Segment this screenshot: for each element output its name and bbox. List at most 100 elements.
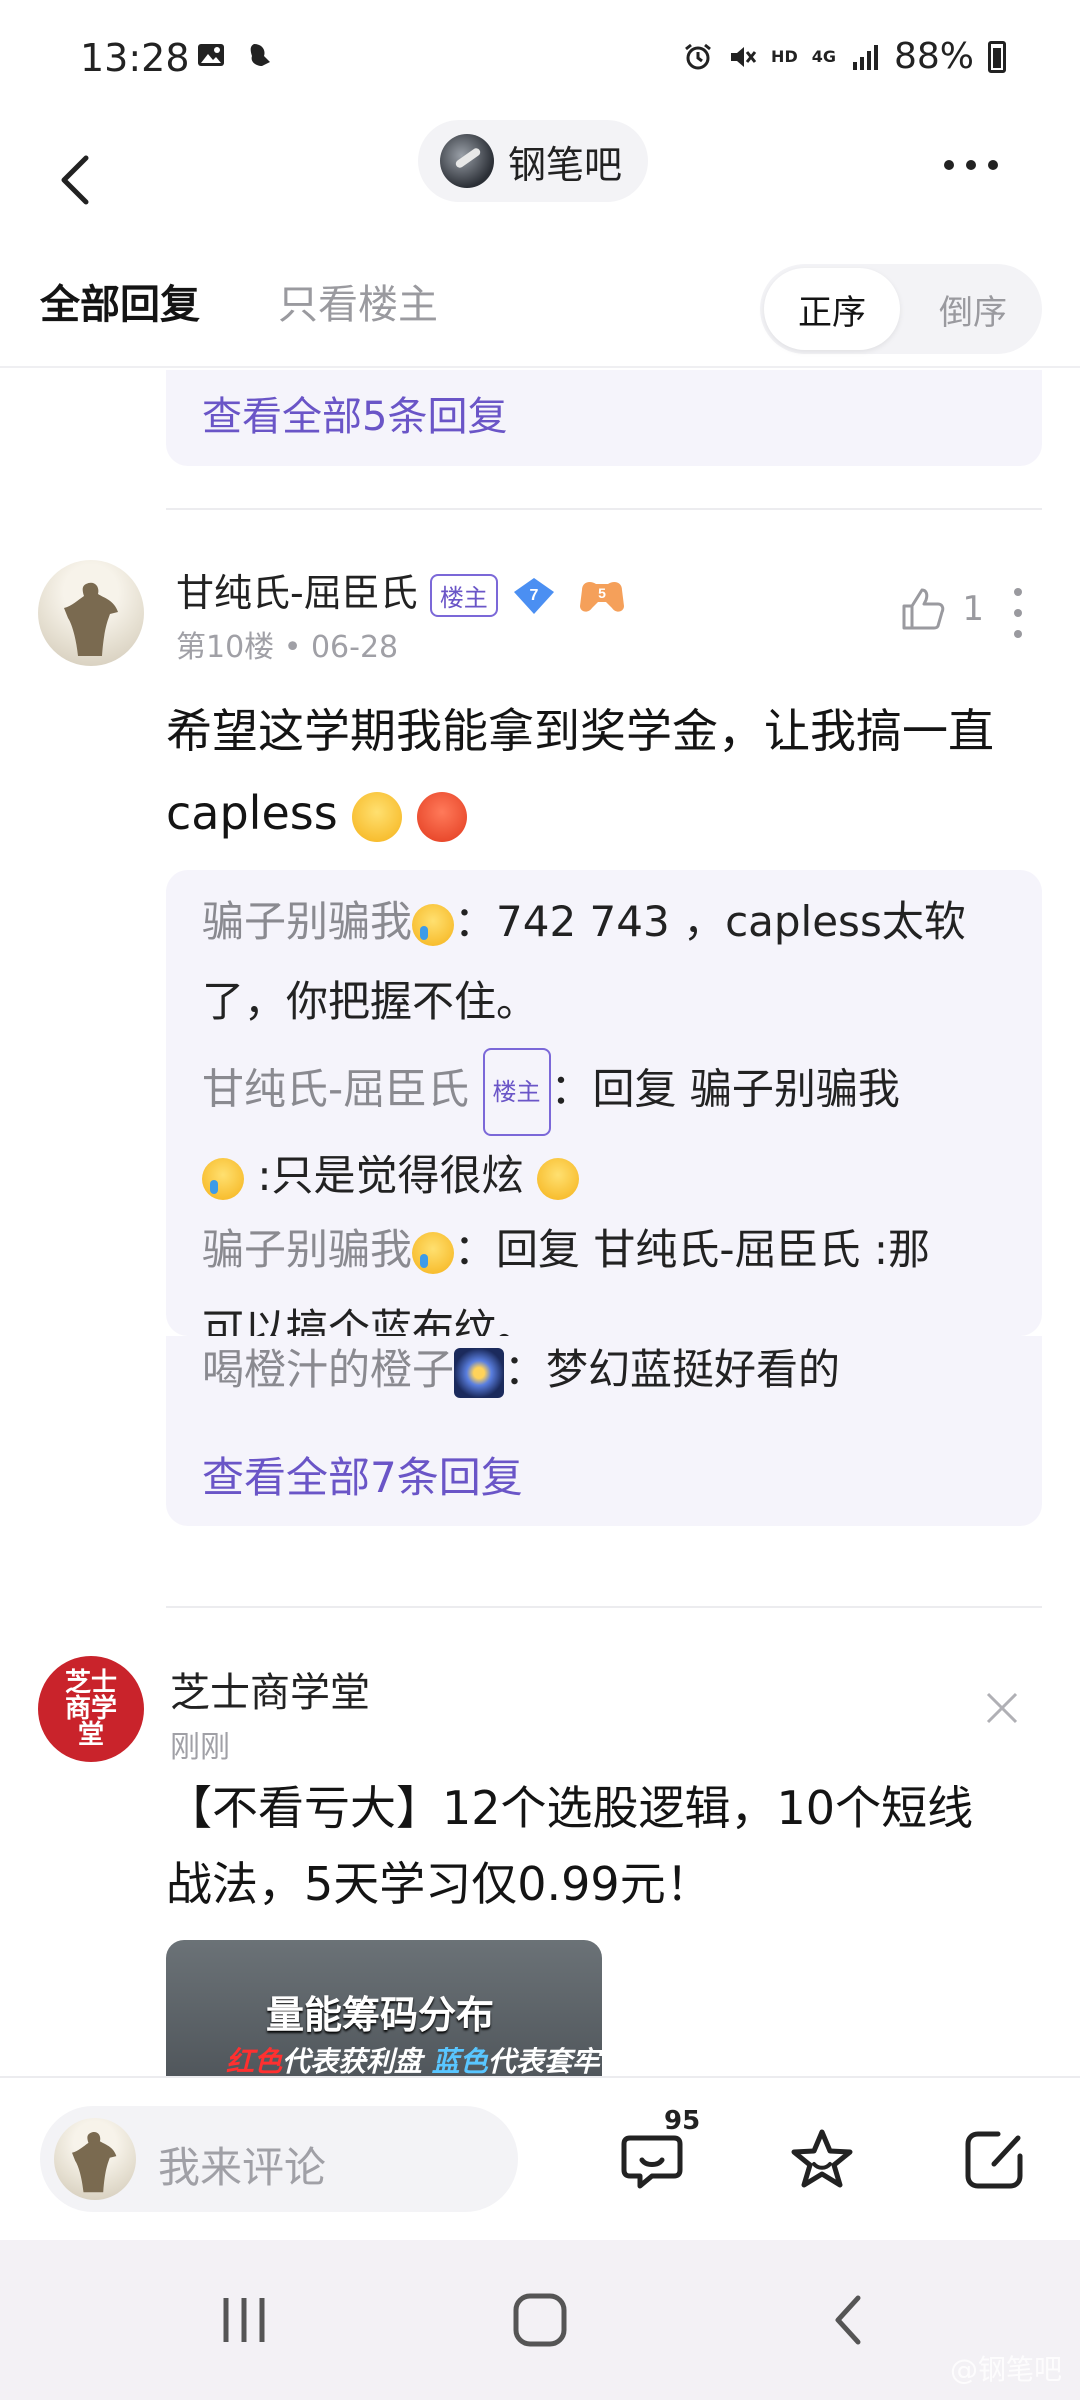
close-icon[interactable] — [984, 1690, 1020, 1726]
author-line: 甘纯氏-屈臣氏 楼主 7 5 — [176, 562, 628, 617]
post-text-line1: 希望这学期我能拿到奖学金，让我搞一直 — [166, 704, 994, 758]
forum-avatar — [440, 134, 494, 188]
status-time: 13:28 — [80, 36, 190, 80]
ad-text[interactable]: 【不看亏大】12个选股逻辑，10个短线 战法，5天学习仅0.99元！ — [166, 1770, 1046, 1922]
svg-text:5: 5 — [598, 585, 606, 601]
thumbs-up-icon — [902, 588, 945, 630]
post-text: 希望这学期我能拿到奖学金，让我搞一直 capless — [166, 690, 1046, 854]
avatar — [54, 2118, 136, 2200]
hd-indicator: HD — [771, 47, 798, 66]
sub-reply-4[interactable]: 喝橙汁的橙子 ：梦幻蓝挺好看的 — [202, 1330, 1012, 1410]
watermark: @钢笔吧 — [949, 2353, 1062, 2386]
crying-emoji-icon — [412, 1231, 455, 1274]
sub-reply-user[interactable]: 骗子别骗我 — [202, 1225, 412, 1274]
top-nav-bar: 钢笔吧 — [0, 120, 1080, 240]
ad-image-red-label: 红色 — [226, 2045, 283, 2076]
sort-ascending-button[interactable]: 正序 — [764, 268, 900, 350]
sub-reply-box-cont: 喝橙汁的橙子 ：梦幻蓝挺好看的 查看全部7条回复 — [166, 1336, 1042, 1526]
sub-reply-text-cont: :只是觉得很炫 — [244, 1151, 524, 1200]
recent-apps-icon[interactable] — [214, 2290, 274, 2350]
ad-text-line2: 战法，5天学习仅0.99元！ — [166, 1857, 712, 1911]
svg-text:7: 7 — [529, 587, 538, 604]
sub-reply-2[interactable]: 甘纯氏-屈臣氏 楼主 ：回复 骗子别骗我 :只是觉得很炫 — [202, 1048, 1012, 1216]
author-name[interactable]: 甘纯氏-屈臣氏 — [176, 571, 418, 615]
view-all-replies-link[interactable]: 查看全部7条回复 — [202, 1444, 523, 1505]
crying-emoji-icon — [202, 1157, 244, 1200]
meta-dot: • — [283, 630, 311, 665]
avatar[interactable] — [38, 560, 144, 666]
ad-image-title: 量能筹码分布 — [266, 1993, 495, 2037]
like-button[interactable]: 1 — [898, 584, 984, 634]
status-left-icons — [196, 40, 274, 70]
tab-op-only[interactable]: 只看楼主 — [278, 272, 438, 330]
tab-all-replies[interactable]: 全部回复 — [40, 272, 200, 330]
comment-placeholder: 我来评论 — [158, 2143, 327, 2192]
sub-reply-text: 742 743 ，capless太软 — [496, 897, 966, 946]
ad-text-line1: 【不看亏大】12个选股逻辑，10个短线 — [166, 1781, 974, 1835]
game-badge-icon: 5 — [580, 581, 624, 612]
mute-icon — [731, 46, 757, 67]
reply-list: 查看全部5条回复 甘纯氏-屈臣氏 楼主 7 5 第10楼 • 06-28 1 希… — [0, 370, 1080, 2076]
comment-input[interactable]: 我来评论 — [40, 2106, 518, 2212]
post-text-line2: capless — [166, 786, 338, 840]
post-date: 06-28 — [310, 630, 399, 665]
ad-time: 刚刚 — [170, 1730, 230, 1765]
forum-title-pill[interactable]: 钢笔吧 — [418, 120, 649, 202]
sub-reply-sep: ： — [504, 1345, 547, 1394]
sort-descending-button[interactable]: 倒序 — [908, 268, 1038, 350]
like-count: 1 — [962, 589, 984, 629]
signal-icon — [852, 44, 878, 70]
sub-reply-sep: ： — [454, 1225, 497, 1274]
favorite-star-icon[interactable] — [786, 2124, 858, 2196]
advertiser-name[interactable]: 芝士商学堂 — [170, 1660, 370, 1718]
sub-reply-1[interactable]: 骗子别骗我 ：742 743 ，capless太软 了，你把握不住。 — [202, 882, 1012, 1042]
sub-reply-text-cont: 了，你把握不住。 — [202, 977, 539, 1026]
sub-reply-text: 回复 骗子别骗我 — [592, 1064, 900, 1114]
post-text-line2-wrap: capless — [166, 772, 1046, 854]
post-more-icon[interactable] — [1012, 588, 1024, 638]
system-navigation-bar: @钢笔吧 — [0, 2240, 1080, 2400]
system-back-icon[interactable] — [820, 2290, 880, 2350]
smile-emoji-icon — [352, 791, 403, 842]
crying-emoji-icon — [412, 903, 455, 946]
fireworks-emoji-icon — [454, 1347, 505, 1398]
statue-avatar-image — [64, 582, 118, 656]
sub-reply-text: 回复 甘纯氏-屈臣氏 :那 — [496, 1225, 931, 1274]
network-indicator: 4G — [811, 47, 836, 66]
sub-reply-user[interactable]: 骗子别骗我 — [202, 897, 412, 946]
back-arrow-icon[interactable] — [48, 140, 108, 220]
previous-sub-reply-box: 查看全部5条回复 — [166, 370, 1042, 466]
op-badge: 楼主 — [482, 1048, 551, 1136]
ad-image-blue-label: 蓝色 — [431, 2045, 488, 2076]
app-notification-icon — [250, 44, 270, 66]
share-icon[interactable] — [958, 2124, 1030, 2196]
divider — [166, 1606, 1042, 1608]
status-bar: 13:28 HD 4G 88% — [0, 0, 1080, 120]
angry-emoji-icon — [416, 791, 467, 842]
alarm-icon — [685, 43, 711, 69]
divider — [166, 508, 1042, 510]
ad-image[interactable]: 量能筹码分布 红色代表获利盘 蓝色代表套牢盘 — [166, 1940, 602, 2076]
battery-percent: 88% — [893, 36, 974, 77]
sub-reply-user[interactable]: 喝橙汁的橙子 — [202, 1345, 454, 1394]
ad-image-subtitle: 红色代表获利盘 蓝色代表套牢盘 — [226, 2040, 602, 2076]
more-options-icon[interactable] — [944, 150, 1014, 180]
reply-filter-tabs: 全部回复 只看楼主 正序 倒序 — [0, 240, 1080, 368]
sub-reply-user[interactable]: 甘纯氏-屈臣氏 — [202, 1065, 469, 1114]
post-meta: 第10楼 • 06-28 — [176, 622, 398, 666]
statue-avatar-image — [72, 2132, 117, 2193]
advertiser-logo[interactable]: 芝士商学堂 — [38, 1656, 144, 1762]
sub-reply-text: 梦幻蓝挺好看的 — [546, 1345, 841, 1394]
comment-count: 95 — [664, 2106, 701, 2136]
floor-number: 第10楼 — [176, 630, 275, 665]
gallery-icon — [198, 44, 224, 66]
op-badge: 楼主 — [429, 574, 498, 617]
ad-image-mid-label: 代表获利盘 — [282, 2045, 432, 2076]
view-all-replies-link[interactable]: 查看全部5条回复 — [202, 384, 507, 442]
battery-icon — [988, 40, 1006, 73]
sub-reply-sep: ： — [454, 897, 497, 946]
sort-toggle: 正序 倒序 — [760, 264, 1042, 354]
home-icon[interactable] — [510, 2290, 570, 2350]
smile-emoji-icon — [536, 1157, 579, 1200]
forum-name: 钢笔吧 — [508, 142, 623, 187]
